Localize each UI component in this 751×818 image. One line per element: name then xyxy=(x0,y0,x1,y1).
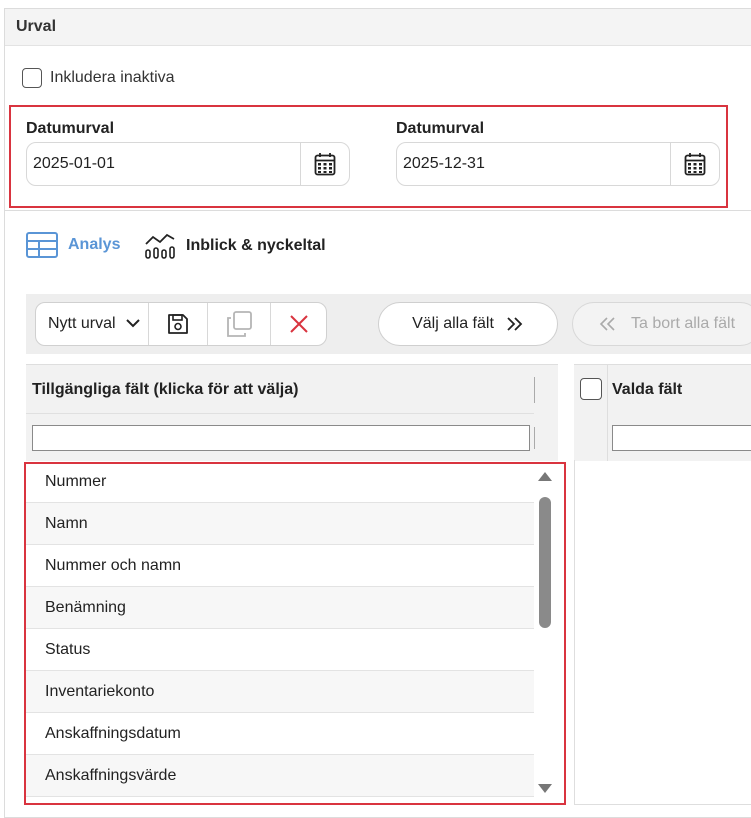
date-from-calendar-button[interactable] xyxy=(300,143,349,185)
panel-header: Urval xyxy=(5,9,751,46)
available-fields-header: Tillgängliga fält (klicka för att välja) xyxy=(26,364,558,461)
remove-all-fields-label: Ta bort alla fält xyxy=(630,315,736,332)
column-divider xyxy=(607,365,608,461)
selected-fields-header: Valda fält xyxy=(574,364,751,461)
date-from-value[interactable]: 2025-01-01 xyxy=(33,155,115,173)
available-fields-title: Tillgängliga fält (klicka för att välja) xyxy=(32,381,299,398)
tab-inblick[interactable]: Inblick & nyckeltal xyxy=(144,232,326,260)
date-from-label: Datumurval xyxy=(26,120,115,137)
include-inactive-label: Inkludera inaktiva xyxy=(50,69,175,86)
tab-analys-label: Analys xyxy=(68,236,121,253)
copy-icon xyxy=(227,311,252,337)
chevron-down-icon xyxy=(126,319,140,328)
date-to-value[interactable]: 2025-12-31 xyxy=(403,155,485,173)
save-button[interactable] xyxy=(149,303,207,345)
calendar-icon xyxy=(314,153,336,176)
remove-all-fields-button[interactable]: Ta bort alla fält xyxy=(572,302,751,346)
select-all-fields-label: Välj alla fält xyxy=(412,315,494,332)
selected-fields-list xyxy=(574,460,751,805)
calendar-icon xyxy=(684,153,706,176)
date-to-field[interactable]: 2025-12-31 xyxy=(396,142,720,186)
delete-button[interactable] xyxy=(271,303,327,345)
selected-fields-filter-input[interactable] xyxy=(612,425,751,451)
available-fields-filter-input[interactable] xyxy=(32,425,530,451)
select-all-fields-button[interactable]: Välj alla fält xyxy=(378,302,558,346)
select-all-checkbox[interactable] xyxy=(580,378,602,400)
double-chevron-left-icon xyxy=(599,317,615,331)
header-row-divider xyxy=(26,413,534,414)
filter-column-resize-handle[interactable] xyxy=(534,427,535,449)
selection-toolbar-group: Nytt urval xyxy=(35,302,327,346)
selection-dropdown[interactable]: Nytt urval xyxy=(48,315,140,333)
chart-icon xyxy=(145,233,175,259)
close-icon xyxy=(290,315,308,333)
table-icon xyxy=(26,232,58,258)
fields-list-highlight xyxy=(24,462,566,805)
selection-dropdown-value: Nytt urval xyxy=(48,315,116,332)
save-icon xyxy=(168,314,188,334)
date-from-field[interactable]: 2025-01-01 xyxy=(26,142,350,186)
include-inactive-checkbox[interactable] xyxy=(22,68,42,88)
column-resize-handle[interactable] xyxy=(534,377,535,403)
copy-button[interactable] xyxy=(208,303,270,345)
tab-analys[interactable]: Analys xyxy=(26,232,120,258)
tab-inblick-label: Inblick & nyckeltal xyxy=(186,237,326,254)
include-inactive-row[interactable]: Inkludera inaktiva xyxy=(22,68,175,88)
panel-title: Urval xyxy=(16,18,57,35)
double-chevron-right-icon xyxy=(507,317,523,331)
date-to-label: Datumurval xyxy=(396,120,485,137)
date-to-calendar-button[interactable] xyxy=(670,143,719,185)
section-divider xyxy=(4,210,751,211)
selected-fields-title: Valda fält xyxy=(612,381,683,398)
